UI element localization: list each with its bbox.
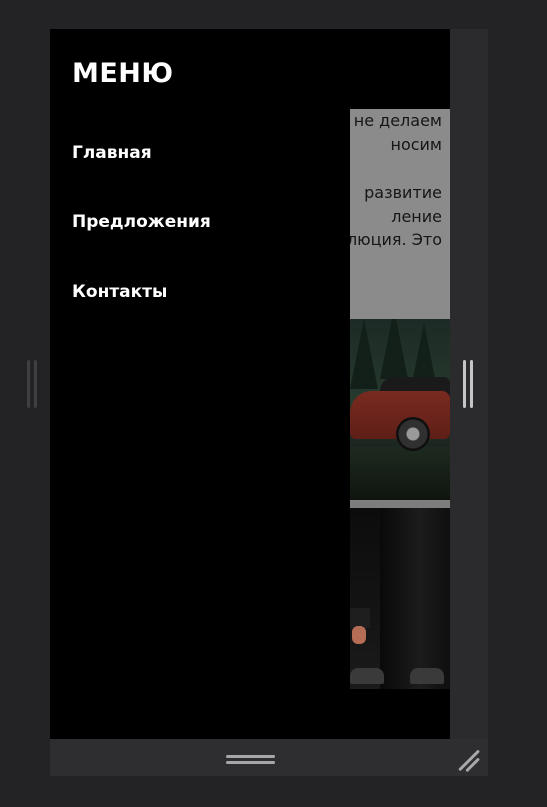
- corner-resize-icon[interactable]: [457, 747, 481, 773]
- right-resize-handle[interactable]: [460, 360, 476, 410]
- page-viewport: а не делаем носим развитие ление люция. …: [50, 29, 450, 739]
- right-handle-line-2: [470, 360, 473, 408]
- left-handle-line-2: [34, 360, 37, 408]
- side-menu-drawer: МЕНЮ Главная Предложения Контакты: [50, 29, 350, 739]
- sleeve-cuff: [348, 608, 370, 628]
- car-wheel: [396, 417, 430, 451]
- bottom-handle-line-1: [226, 755, 275, 758]
- right-handle-line-1: [463, 360, 466, 408]
- menu-title: МЕНЮ: [72, 58, 174, 89]
- frame-bottom-bar: [50, 739, 488, 776]
- tree-shape: [350, 319, 378, 389]
- tree-shape: [380, 319, 408, 379]
- bottom-resize-handle[interactable]: [226, 753, 275, 765]
- menu-item-home[interactable]: Главная: [72, 143, 152, 163]
- coat-shape: [380, 508, 450, 689]
- shoe-shape: [350, 668, 384, 684]
- left-resize-handle[interactable]: [24, 360, 40, 410]
- menu-item-offers[interactable]: Предложения: [72, 212, 211, 232]
- menu-item-contacts[interactable]: Контакты: [72, 282, 167, 302]
- hand-shape: [352, 626, 366, 644]
- device-frame: а не делаем носим развитие ление люция. …: [50, 29, 488, 776]
- shoe-shape: [410, 668, 444, 684]
- device-preview-stage: а не делаем носим развитие ление люция. …: [0, 0, 547, 807]
- bottom-handle-line-2: [226, 761, 275, 764]
- left-handle-line-1: [27, 360, 30, 408]
